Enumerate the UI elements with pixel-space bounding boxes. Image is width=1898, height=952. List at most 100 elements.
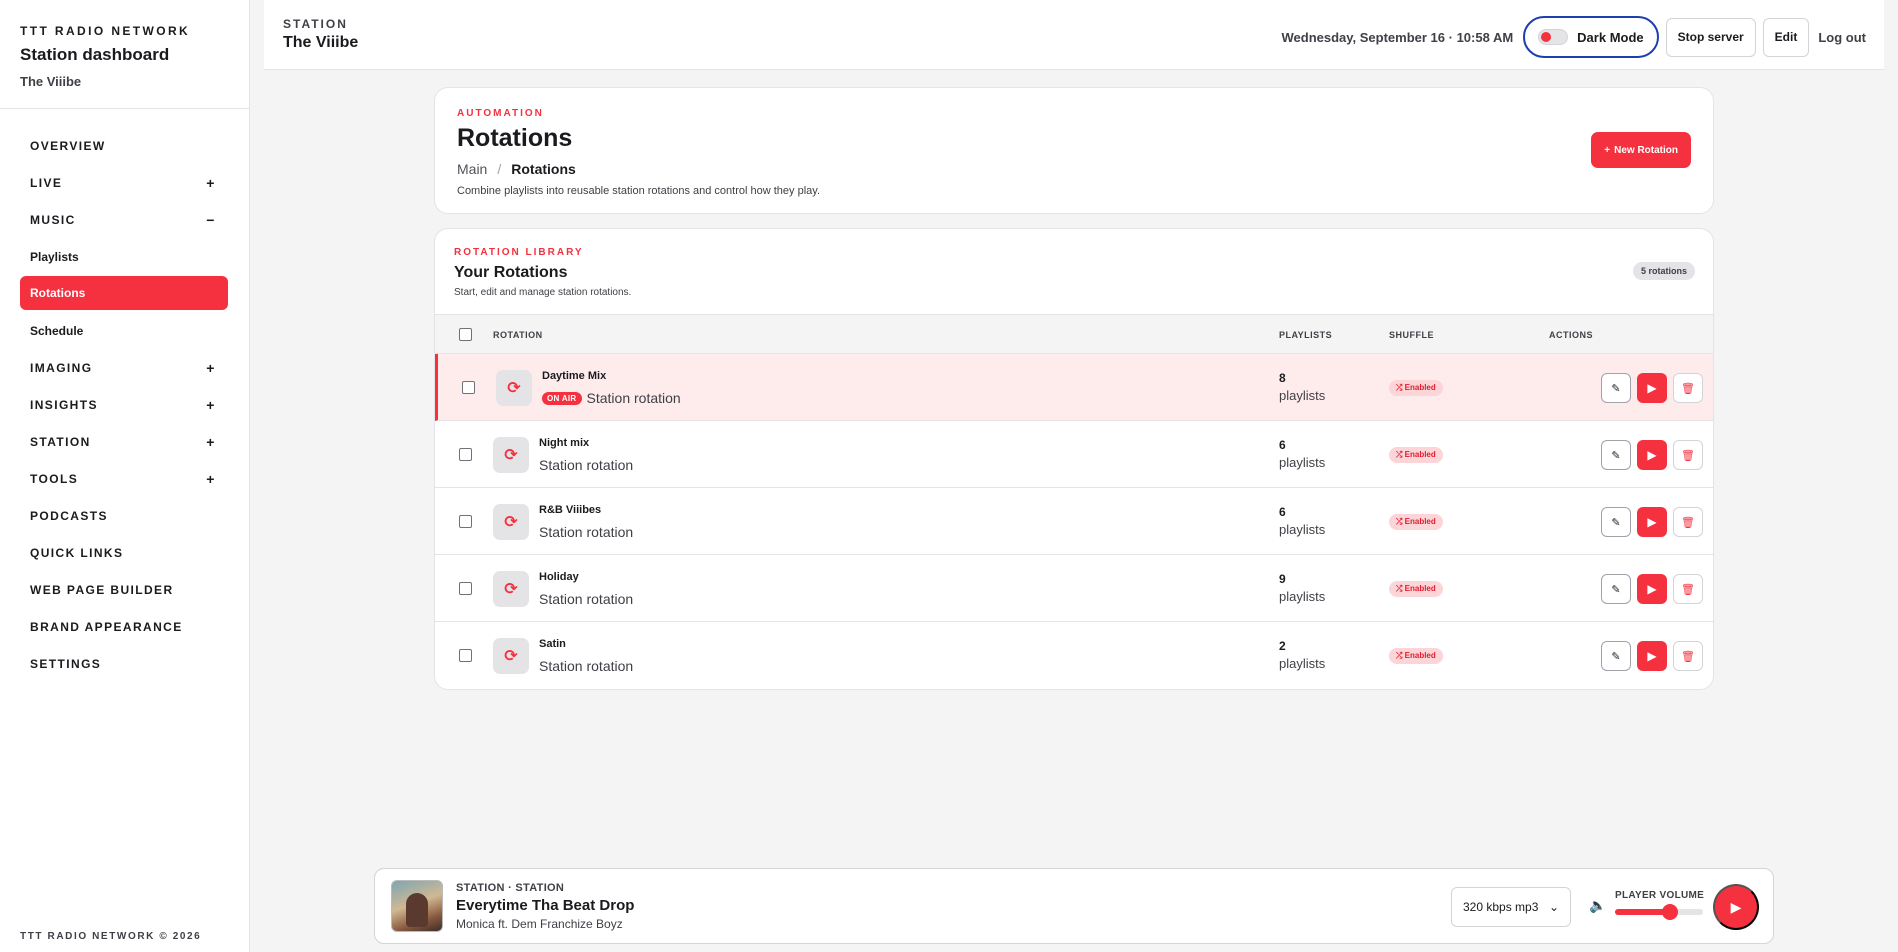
now-playing-label: STATION · STATION [456, 882, 565, 894]
sidebar-footer: TTT RADIO NETWORK © 2026 [20, 931, 202, 942]
column-shuffle: SHUFFLE [1389, 330, 1434, 340]
edit-rotation-button[interactable]: ✎ [1601, 507, 1631, 537]
player-play-button[interactable]: ▶ [1713, 884, 1759, 930]
header-station: STATION The Viiibe [283, 17, 358, 52]
album-art [391, 880, 443, 932]
rotation-name[interactable]: Night mix [539, 437, 589, 449]
sidebar-item-overview[interactable]: OVERVIEW [20, 127, 228, 164]
delete-rotation-button[interactable]: 🗑 [1673, 440, 1703, 470]
shuffle-icon: ⤮ [1396, 517, 1403, 526]
header-actions: Wednesday, September 16 · 10:58 AM Dark … [1281, 16, 1868, 58]
play-rotation-button[interactable]: ▶ [1637, 440, 1667, 470]
sidebar-brand: TTT RADIO NETWORK Station dashboard The … [0, 0, 249, 109]
table-header: ROTATION PLAYLISTS SHUFFLE ACTIONS [435, 314, 1713, 354]
rotation-name[interactable]: Daytime Mix [542, 370, 606, 382]
sidebar-item-settings[interactable]: SETTINGS [20, 645, 228, 682]
sidebar-item-tools[interactable]: TOOLS + [20, 460, 228, 497]
table-row[interactable]: ⟳ Satin Station rotation 2 playlists ⤮ E… [435, 622, 1713, 689]
edit-rotation-button[interactable]: ✎ [1601, 440, 1631, 470]
album-art-figure [406, 893, 428, 927]
collapse-icon[interactable]: − [204, 212, 218, 228]
rotation-count-badge: 5 rotations [1632, 262, 1695, 280]
logout-link[interactable]: Log out [1816, 30, 1868, 45]
new-rotation-button[interactable]: + New Rotation [1591, 132, 1691, 168]
expand-icon[interactable]: + [204, 434, 218, 450]
sidebar-item-imaging[interactable]: IMAGING + [20, 349, 228, 386]
library-header: ROTATION LIBRARY Your Rotations Start, e… [454, 247, 631, 298]
row-checkbox[interactable] [462, 381, 475, 394]
shuffle-badge: ⤮ Enabled [1389, 447, 1443, 463]
delete-rotation-button[interactable]: 🗑 [1673, 641, 1703, 671]
edit-rotation-button[interactable]: ✎ [1601, 373, 1631, 403]
rotation-name[interactable]: Satin [539, 638, 566, 650]
page-description: Combine playlists into reusable station … [457, 185, 820, 197]
breadcrumb-main[interactable]: Main [457, 161, 487, 177]
table-row[interactable]: ⟳ Daytime Mix ON AIR Station rotation 8 … [435, 354, 1713, 421]
row-checkbox[interactable] [459, 649, 472, 662]
edit-rotation-button[interactable]: ✎ [1601, 641, 1631, 671]
plus-icon: + [1604, 144, 1611, 156]
stream-quality-select[interactable]: 320 kbps mp3 ⌄ [1451, 887, 1571, 927]
pencil-icon: ✎ [1611, 449, 1621, 462]
header-station-name: The Viiibe [283, 34, 359, 51]
edit-button[interactable]: Edit [1762, 17, 1810, 57]
column-playlists: PLAYLISTS [1279, 330, 1333, 340]
sidebar-item-music[interactable]: MUSIC − [20, 201, 228, 238]
new-rotation-label: New Rotation [1614, 144, 1678, 156]
rotation-name[interactable]: Holiday [539, 571, 579, 583]
delete-rotation-button[interactable]: 🗑 [1673, 574, 1703, 604]
play-rotation-button[interactable]: ▶ [1637, 641, 1667, 671]
delete-rotation-button[interactable]: 🗑 [1673, 373, 1703, 403]
row-checkbox[interactable] [459, 515, 472, 528]
sidebar-item-insights[interactable]: INSIGHTS + [20, 386, 228, 423]
dark-mode-toggle[interactable]: Dark Mode [1523, 16, 1659, 58]
play-rotation-button[interactable]: ▶ [1637, 574, 1667, 604]
trash-icon: 🗑 [1681, 583, 1695, 596]
rotation-library-card: ROTATION LIBRARY Your Rotations Start, e… [434, 228, 1714, 690]
sidebar-item-podcasts[interactable]: PODCASTS [20, 497, 228, 534]
play-icon: ▶ [1647, 448, 1657, 462]
shuffle-badge: ⤮ Enabled [1389, 648, 1443, 664]
sidebar-item-live[interactable]: LIVE + [20, 164, 228, 201]
table-row[interactable]: ⟳ Night mix Station rotation 6 playlists… [435, 421, 1713, 488]
current-datetime: Wednesday, September 16 · 10:58 AM [1281, 29, 1514, 45]
sidebar-item-station[interactable]: STATION + [20, 423, 228, 460]
station-name: The Viiibe [20, 74, 82, 89]
play-icon: ▶ [1647, 381, 1657, 395]
pencil-icon: ✎ [1611, 650, 1621, 663]
edit-rotation-button[interactable]: ✎ [1601, 574, 1631, 604]
playlist-unit: playlists [1279, 388, 1326, 403]
sidebar-item-rotations[interactable]: Rotations [20, 276, 228, 310]
sidebar-item-schedule[interactable]: Schedule [20, 312, 228, 349]
row-checkbox[interactable] [459, 582, 472, 595]
shuffle-badge: ⤮ Enabled [1389, 380, 1443, 396]
rotation-name[interactable]: R&B Viiibes [539, 504, 601, 516]
stop-server-button[interactable]: Stop server [1665, 17, 1756, 57]
volume-handle[interactable] [1661, 904, 1678, 920]
expand-icon[interactable]: + [204, 471, 218, 487]
expand-icon[interactable]: + [204, 360, 218, 376]
sidebar-nav: OVERVIEW LIVE + MUSIC − Playlists Rotation… [20, 127, 228, 682]
chevron-down-icon: ⌄ [1548, 900, 1559, 914]
play-rotation-button[interactable]: ▶ [1637, 373, 1667, 403]
sidebar-item-brand-appearance[interactable]: BRAND APPEARANCE [20, 608, 228, 645]
expand-icon[interactable]: + [204, 175, 218, 191]
automation-eyebrow: AUTOMATION [457, 108, 544, 119]
row-checkbox[interactable] [459, 448, 472, 461]
sidebar-item-playlists[interactable]: Playlists [20, 238, 228, 275]
table-row[interactable]: ⟳ R&B Viiibes Station rotation 6 playlis… [435, 488, 1713, 555]
rotate-icon: ⟳ [493, 504, 529, 540]
playlist-unit: playlists [1279, 455, 1326, 470]
expand-icon[interactable]: + [204, 397, 218, 413]
volume-icon[interactable]: 🔈 [1589, 897, 1606, 914]
select-all-checkbox[interactable] [459, 328, 472, 341]
sidebar-item-web-page-builder[interactable]: WEB PAGE BUILDER [20, 571, 228, 608]
volume-slider[interactable] [1615, 904, 1703, 920]
rotation-type: Station rotation [539, 457, 634, 473]
delete-rotation-button[interactable]: 🗑 [1673, 507, 1703, 537]
play-rotation-button[interactable]: ▶ [1637, 507, 1667, 537]
play-icon: ▶ [1647, 582, 1657, 596]
sidebar-item-quick-links[interactable]: QUICK LINKS [20, 534, 228, 571]
table-row[interactable]: ⟳ Holiday Station rotation 9 playlists ⤮… [435, 555, 1713, 622]
trash-icon: 🗑 [1681, 516, 1695, 529]
